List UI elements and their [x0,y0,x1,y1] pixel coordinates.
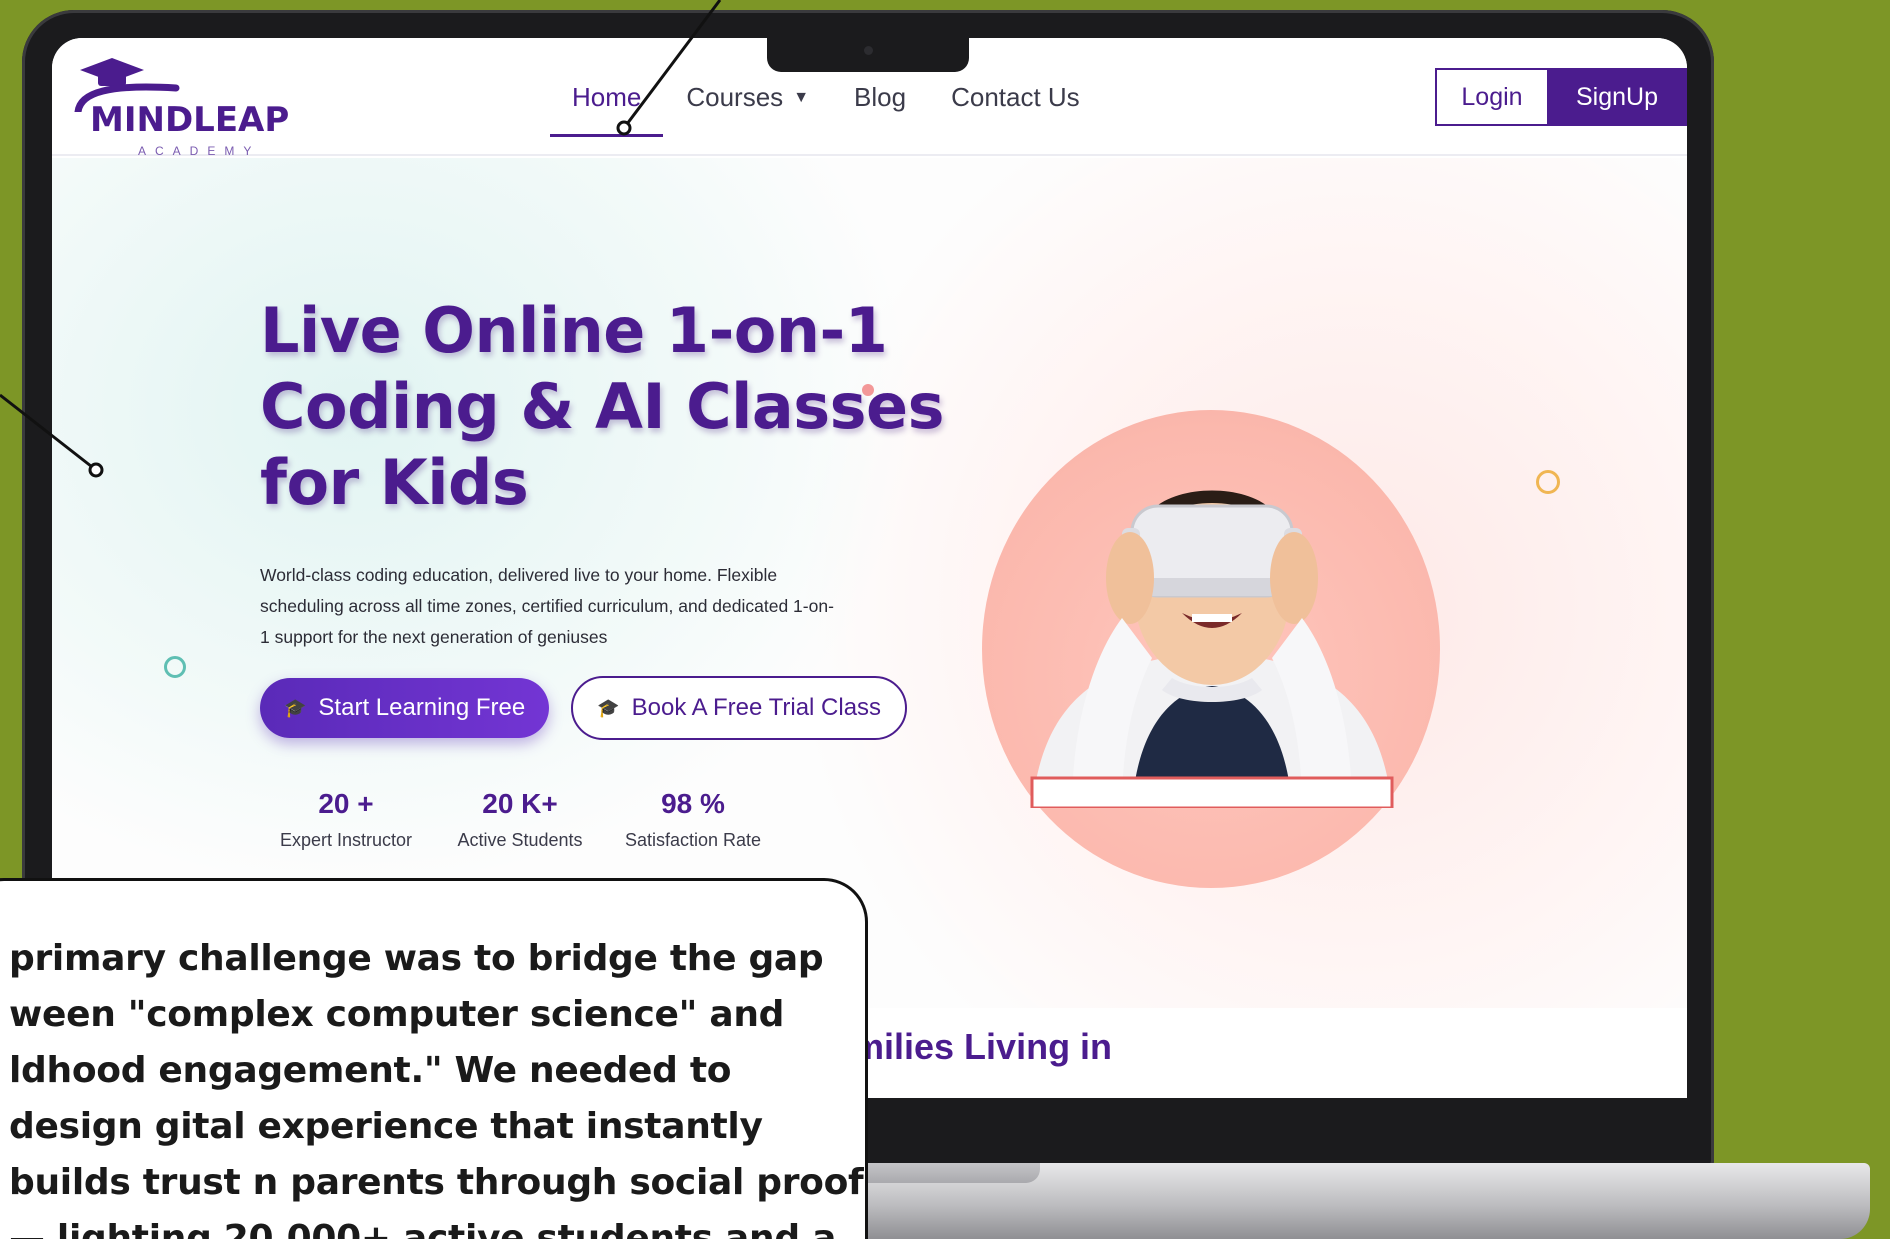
signup-button[interactable]: SignUp [1547,68,1687,126]
hero-description: World-class coding education, delivered … [260,565,834,647]
book-trial-label: Book A Free Trial Class [631,694,882,721]
decorative-ring [164,656,186,678]
nav-courses[interactable]: Courses ▼ [686,82,809,113]
stat-value: 20 + [318,788,374,819]
stat-label: Active Students [457,830,583,850]
stat-item: 20 K+ Active Students [444,788,596,851]
callout-text: primary challenge was to bridge the gap … [9,938,864,1239]
start-learning-button[interactable]: 🎓 Start Learning Free [260,678,550,738]
nav-courses-label: Courses [686,82,784,112]
stat-item: 98 % Satisfaction Rate [618,788,768,851]
logo-wordmark: MINDLEAP [90,100,290,140]
nav-home-label: Home [572,82,642,112]
hero-title: Live Online 1-on-1 Coding & AI Classes f… [260,294,944,519]
stat-label: Satisfaction Rate [624,830,762,850]
graduation-cap-icon: 🎓 [284,697,307,718]
auth-buttons: Login SignUp [1435,68,1687,126]
stats-row: 20 + Expert Instructor 20 K+ Active Stud… [270,788,768,851]
nav-contact[interactable]: Contact Us [951,82,1080,113]
logo-subtitle: ACADEMY [138,144,261,158]
kid-vr-headset-image [1030,490,1394,808]
graduation-cap-icon: 🎓 [597,697,620,718]
decorative-ring [1536,470,1560,494]
case-study-callout: primary challenge was to bridge the gap … [0,878,868,1239]
nav-contact-label: Contact Us [951,82,1080,112]
decorative-dot [862,384,874,396]
cta-row: 🎓 Start Learning Free 🎓 Book A Free Tria… [260,676,908,740]
camera-lens [864,46,873,55]
nav-blog[interactable]: Blog [854,82,906,113]
main-menu: Home Courses ▼ Blog Contact Us [549,82,1080,137]
login-button[interactable]: Login [1435,68,1547,126]
section-title: milies Living in [852,1026,1113,1067]
mindleap-logo[interactable]: MINDLEAP ACADEMY [68,52,298,158]
book-trial-button[interactable]: 🎓 Book A Free Trial Class [571,676,908,740]
caret-down-icon: ▼ [793,88,810,106]
stat-label: Expert Instructor [279,830,413,850]
nav-blog-label: Blog [854,82,907,112]
stat-value: 98 % [661,788,725,819]
stat-item: 20 + Expert Instructor [270,788,422,851]
stat-value: 20 K+ [482,788,558,819]
start-learning-label: Start Learning Free [318,694,526,721]
nav-home[interactable]: Home [549,82,664,137]
